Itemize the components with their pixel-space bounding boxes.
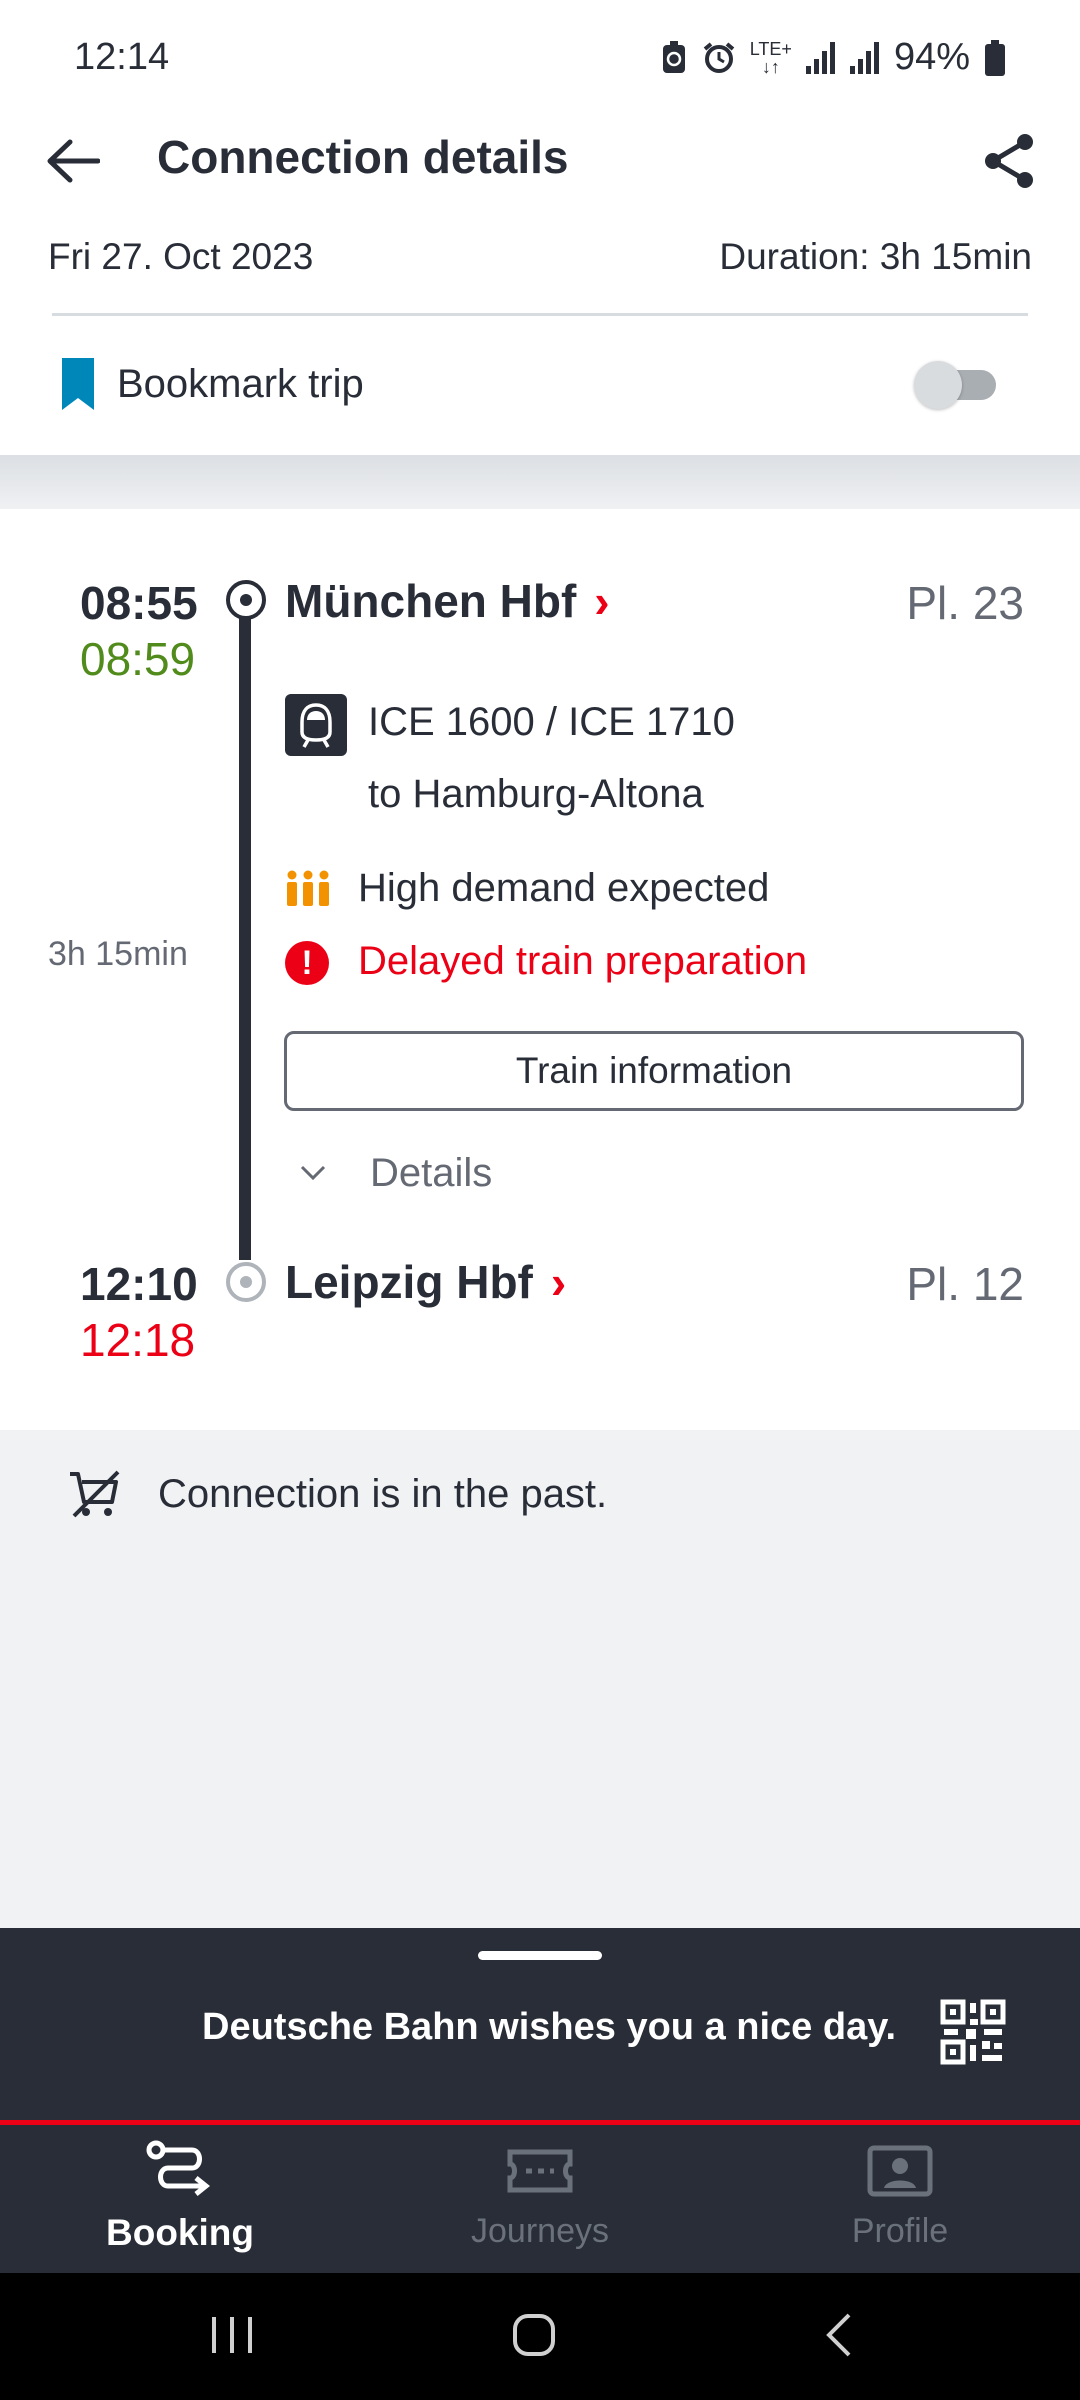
arrival-time-actual: 12:18 bbox=[80, 1314, 196, 1366]
train-icon bbox=[285, 694, 347, 756]
trip-duration: Duration: 3h 15min bbox=[719, 236, 1032, 277]
nav-booking-label: Booking bbox=[106, 2212, 254, 2253]
profile-card-icon bbox=[867, 2145, 933, 2197]
bookmark-toggle[interactable] bbox=[914, 358, 1000, 410]
past-connection-notice: Connection is in the past. bbox=[158, 1472, 608, 1516]
bookmark-label: Bookmark trip bbox=[117, 362, 364, 406]
recents-button[interactable] bbox=[172, 2300, 292, 2370]
share-button[interactable] bbox=[974, 126, 1044, 196]
alert-icon: ! bbox=[285, 941, 329, 985]
arrival-node bbox=[226, 1262, 266, 1302]
nav-profile-label: Profile bbox=[851, 2212, 949, 2250]
recents-icon bbox=[212, 2317, 252, 2353]
departure-platform: Pl. 23 bbox=[906, 577, 1024, 629]
occupancy-icon bbox=[287, 870, 329, 906]
bookmark-icon bbox=[62, 358, 94, 410]
ticket-icon bbox=[507, 2149, 573, 2193]
status-time: 12:14 bbox=[74, 36, 170, 78]
status-icons: LTE+ ↓↑ 94% bbox=[660, 36, 1006, 79]
nav-booking[interactable]: Booking bbox=[50, 2140, 310, 2270]
arrival-time-planned: 12:10 bbox=[80, 1258, 198, 1310]
greeting-text: Deutsche Bahn wishes you a nice day. bbox=[202, 2006, 897, 2048]
delay-notice: Delayed train preparation bbox=[358, 939, 808, 983]
train-name: ICE 1600 / ICE 1710 bbox=[368, 700, 735, 744]
signal-icon bbox=[805, 41, 835, 74]
nav-profile[interactable]: Profile bbox=[770, 2140, 1030, 2270]
page-title: Connection details bbox=[157, 131, 569, 183]
details-label: Details bbox=[370, 1150, 493, 1195]
leg-duration: 3h 15min bbox=[48, 935, 188, 973]
route-icon bbox=[146, 2140, 211, 2196]
departure-station-link[interactable]: München Hbf › bbox=[285, 574, 610, 628]
share-icon bbox=[985, 134, 1033, 188]
departure-time-actual: 08:59 bbox=[80, 633, 196, 685]
trip-date: Fri 27. Oct 2023 bbox=[48, 236, 314, 277]
chevron-down-icon bbox=[300, 1165, 326, 1181]
qr-code-icon[interactable] bbox=[940, 1999, 1006, 2065]
back-button[interactable] bbox=[40, 128, 106, 194]
departure-station-name: München Hbf bbox=[285, 575, 577, 627]
timeline-line bbox=[239, 600, 251, 1260]
departure-node-dot bbox=[240, 594, 252, 606]
lte-icon: LTE+ ↓↑ bbox=[749, 38, 792, 77]
nav-journeys-label: Journeys bbox=[471, 2212, 609, 2250]
chevron-left-icon bbox=[826, 2313, 851, 2357]
drag-handle[interactable] bbox=[478, 1951, 602, 1960]
section-separator bbox=[0, 455, 1080, 509]
battery-icon bbox=[985, 39, 1005, 76]
chevron-right-icon: › bbox=[550, 1256, 567, 1308]
cart-disabled-icon bbox=[70, 1470, 120, 1518]
arrival-station-link[interactable]: Leipzig Hbf › bbox=[285, 1255, 566, 1309]
details-toggle[interactable]: Details bbox=[300, 1148, 492, 1198]
train-information-button[interactable]: Train information bbox=[284, 1031, 1024, 1111]
arrival-station-name: Leipzig Hbf bbox=[285, 1256, 533, 1308]
train-destination: to Hamburg-Altona bbox=[368, 772, 704, 816]
toggle-knob bbox=[914, 361, 962, 409]
departure-node bbox=[226, 580, 266, 620]
arrival-node-dot bbox=[240, 1276, 252, 1288]
demand-text: High demand expected bbox=[358, 866, 770, 910]
divider bbox=[52, 313, 1028, 316]
battery-saver-icon bbox=[662, 40, 685, 73]
arrow-left-icon bbox=[47, 139, 100, 183]
system-back-button[interactable] bbox=[778, 2300, 898, 2370]
home-button[interactable] bbox=[474, 2300, 594, 2370]
accent-line bbox=[0, 2120, 1080, 2125]
battery-percentage: 94% bbox=[893, 36, 970, 78]
signal-icon bbox=[849, 41, 879, 74]
alarm-icon bbox=[703, 41, 735, 73]
arrival-platform: Pl. 12 bbox=[906, 1258, 1024, 1310]
chevron-right-icon: › bbox=[594, 575, 610, 627]
nav-journeys[interactable]: Journeys bbox=[410, 2140, 670, 2270]
departure-time-planned: 08:55 bbox=[80, 577, 198, 629]
home-icon bbox=[513, 2314, 555, 2356]
